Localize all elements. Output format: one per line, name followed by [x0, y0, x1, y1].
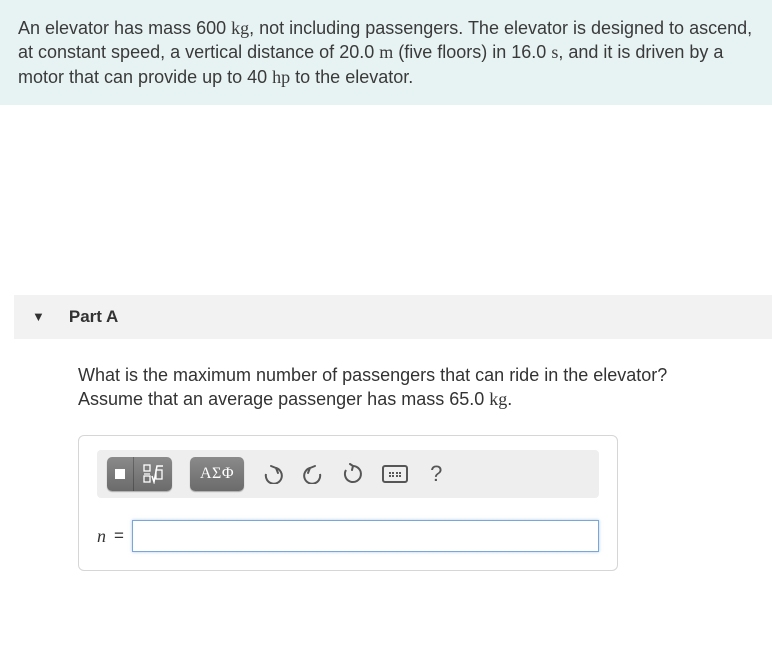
greek-button[interactable]: ΑΣΦ: [190, 457, 244, 491]
reset-icon[interactable]: [342, 463, 364, 485]
unit-kg: kg: [231, 18, 249, 38]
variable-label: n: [97, 526, 106, 547]
part-label: Part A: [69, 307, 118, 327]
undo-icon[interactable]: [262, 463, 284, 485]
answer-input[interactable]: [132, 520, 599, 552]
problem-text-1: An elevator has mass 600: [18, 18, 231, 38]
help-button[interactable]: ?: [426, 461, 446, 487]
template-button[interactable]: [107, 457, 172, 491]
equals-sign: =: [114, 526, 124, 546]
problem-text-3: (five floors) in 16.0: [393, 42, 551, 62]
equation-toolbar: ΑΣΦ ?: [97, 450, 599, 498]
unit-hp: hp: [272, 67, 290, 87]
unit-m: m: [379, 42, 393, 62]
unit-kg-q: kg: [489, 389, 507, 409]
redo-icon[interactable]: [302, 463, 324, 485]
problem-text-5: to the elevator.: [290, 67, 413, 87]
input-row: n =: [97, 520, 599, 552]
question-tail: .: [507, 389, 512, 409]
part-header[interactable]: ▼ Part A: [14, 295, 772, 339]
spacer: [0, 105, 772, 295]
square-icon: [107, 457, 134, 491]
answer-box: ΑΣΦ ? n =: [78, 435, 618, 571]
problem-statement: An elevator has mass 600 kg, not includi…: [0, 0, 772, 105]
part-body: What is the maximum number of passengers…: [0, 339, 772, 572]
radical-fraction-icon: [134, 457, 172, 491]
question-text: What is the maximum number of passengers…: [78, 363, 718, 412]
question-line: What is the maximum number of passengers…: [78, 365, 667, 409]
caret-down-icon: ▼: [32, 309, 45, 324]
keyboard-icon[interactable]: [382, 465, 408, 483]
greek-label: ΑΣΦ: [190, 457, 244, 491]
